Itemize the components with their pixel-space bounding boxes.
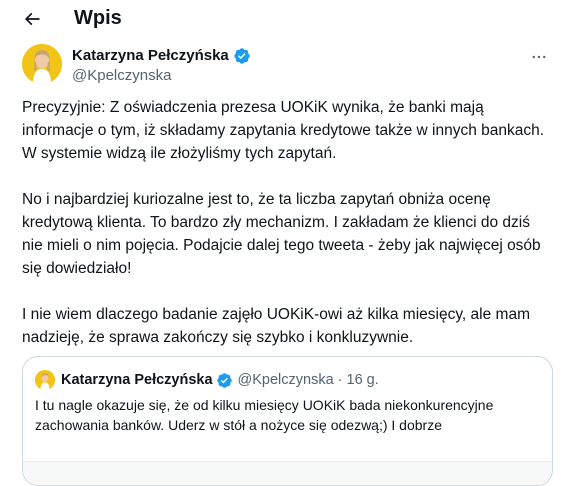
separator-dot: · <box>337 372 343 388</box>
quoted-tweet-text: I tu nagle okazuje się, że od kilku mies… <box>35 397 494 433</box>
author-name[interactable]: Katarzyna Pełczyńska <box>72 46 229 66</box>
more-options-button[interactable] <box>528 48 550 66</box>
tweet-paragraph: Precyzyjnie: Z oświadczenia prezesa UOKi… <box>22 99 545 162</box>
tweet-body: Precyzyjnie: Z oświadczenia prezesa UOKi… <box>22 96 552 349</box>
tweet-paragraph: I nie wiem dlaczego badanie zajęło UOKiK… <box>22 306 530 346</box>
verified-badge-icon <box>216 372 233 389</box>
back-button[interactable] <box>18 5 46 33</box>
quoted-author-name: Katarzyna Pełczyńska <box>61 372 213 388</box>
quoted-tweet[interactable]: Katarzyna Pełczyńska @Kpelczynska · 16 g… <box>22 356 553 486</box>
arrow-left-icon <box>24 12 40 26</box>
author-handle[interactable]: @Kpelczynska <box>72 66 171 86</box>
quoted-author-handle: @Kpelczynska <box>237 372 334 388</box>
quoted-timestamp: 16 g. <box>346 372 379 388</box>
verified-badge-icon <box>233 47 251 65</box>
top-bar: Wpis <box>0 0 567 38</box>
avatar <box>35 370 55 390</box>
quoted-tweet-header: Katarzyna Pełczyńska @Kpelczynska · 16 g… <box>35 369 379 391</box>
tweet-paragraph: No i najbardziej kuriozalne jest to, że … <box>22 191 541 277</box>
more-horizontal-icon <box>532 55 546 59</box>
tweet-author: Katarzyna Pełczyńska @Kpelczynska <box>22 44 552 88</box>
page-title: Wpis <box>74 7 122 29</box>
quoted-media-preview <box>23 461 552 485</box>
avatar[interactable] <box>22 44 62 84</box>
